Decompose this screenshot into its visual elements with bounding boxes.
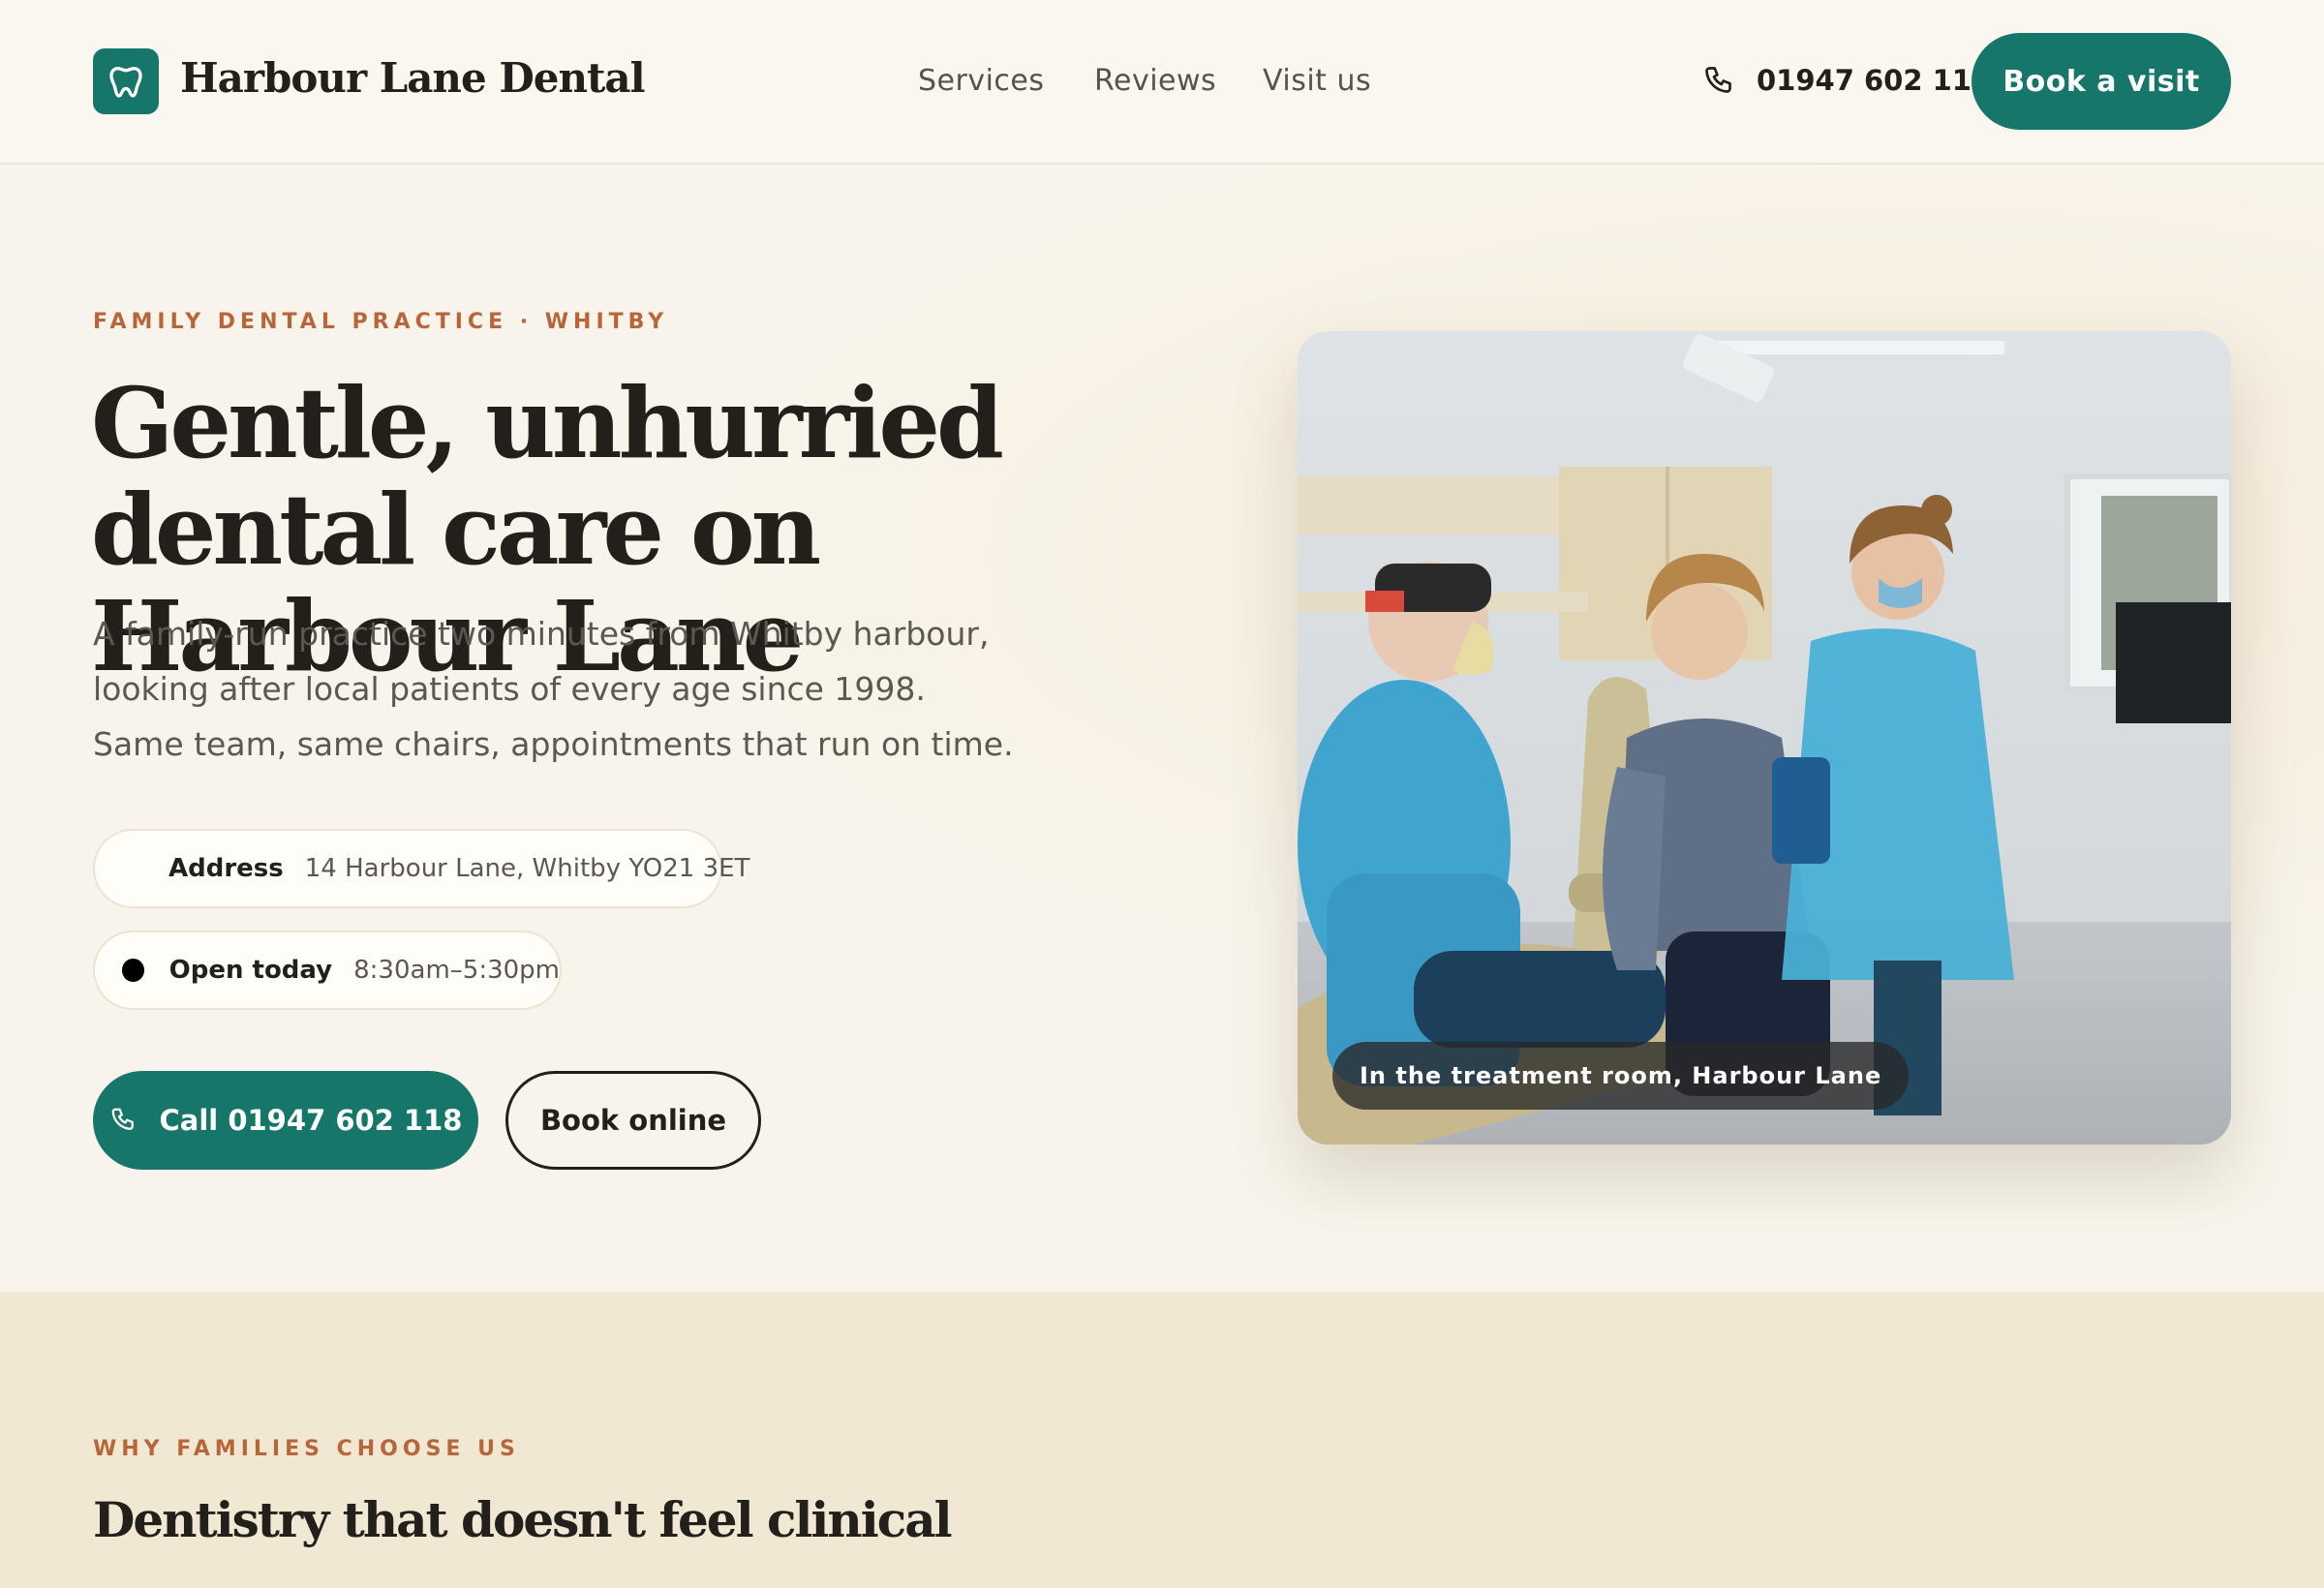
open-status-dot [122, 959, 144, 982]
nav-link-services[interactable]: Services [918, 64, 1045, 98]
address-label: Address [168, 854, 284, 883]
nav-link-reviews[interactable]: Reviews [1094, 64, 1216, 98]
hours-value: 8:30am–5:30pm [353, 956, 560, 985]
call-button-label: Call 01947 602 118 [159, 1104, 463, 1137]
section-title: Dentistry that doesn't feel clinical [93, 1491, 953, 1548]
book-online-button[interactable]: Book online [505, 1071, 761, 1170]
book-a-visit-button[interactable]: Book a visit [1972, 33, 2231, 130]
opening-hours-pill: Open today 8:30am–5:30pm [93, 931, 562, 1010]
address-pill: Address 14 Harbour Lane, Whitby YO21 3ET [93, 829, 749, 908]
call-button[interactable]: Call 01947 602 118 [93, 1071, 478, 1170]
section-eyebrow: WHY FAMILIES CHOOSE US [93, 1437, 520, 1461]
treatment-room-photo [1298, 331, 2231, 1145]
phone-icon [1705, 67, 1731, 93]
tooth-icon[interactable] [93, 48, 159, 114]
header-phone-number[interactable]: 01947 602 118 [1757, 64, 1991, 97]
phone-icon [111, 1108, 134, 1130]
address-value: 14 Harbour Lane, Whitby YO21 3ET [304, 854, 750, 883]
brand-name[interactable]: Harbour Lane Dental [180, 54, 646, 102]
hours-label: Open today [168, 956, 333, 985]
site-header: Harbour Lane Dental Services Reviews Vis… [0, 0, 2324, 165]
photo-caption: In the treatment room, Harbour Lane [1332, 1042, 1910, 1110]
nav-link-visit-us[interactable]: Visit us [1263, 64, 1371, 98]
hero-intro: A family-run practice two minutes from W… [93, 615, 1014, 763]
hero-eyebrow: FAMILY DENTAL PRACTICE · WHITBY [93, 310, 669, 334]
